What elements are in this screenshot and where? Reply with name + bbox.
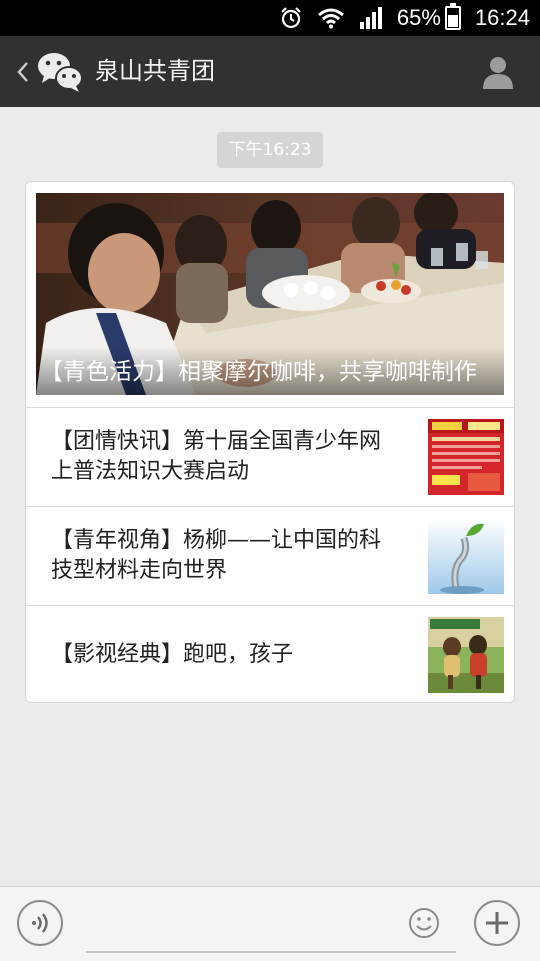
list-item[interactable]: 【青年视角】杨柳——让中国的科技型材料走向世界 [26, 507, 514, 605]
list-item[interactable]: 【影视经典】跑吧，孩子 [26, 606, 514, 704]
item-title: 【青年视角】杨柳——让中国的科技型材料走向世界 [51, 528, 382, 583]
message-timestamp: 下午16:23 [217, 132, 323, 168]
person-icon[interactable] [480, 54, 516, 90]
item-title: 【影视经典】跑吧，孩子 [51, 642, 294, 667]
battery-icon [444, 3, 461, 30]
page-title: 泉山共青团 [95, 57, 215, 85]
signal-icon [359, 7, 382, 29]
back-button[interactable] [10, 36, 36, 107]
article-card: 【青色活力】相聚摩尔咖啡，共享咖啡制作 【团情快讯】第十届全国青少年网上普法知识… [25, 181, 515, 703]
voice-button[interactable] [17, 900, 63, 946]
emoji-icon[interactable] [408, 907, 440, 939]
message-input[interactable] [86, 899, 456, 953]
plus-icon [486, 912, 508, 934]
item-thumbnail [428, 617, 504, 693]
chevron-left-icon [17, 61, 28, 82]
list-item[interactable]: 【团情快讯】第十届全国青少年网上普法知识大赛启动 [26, 408, 514, 506]
item-title: 【团情快讯】第十届全国青少年网上普法知识大赛启动 [51, 429, 382, 484]
item-thumbnail [428, 419, 504, 495]
more-button[interactable] [474, 900, 520, 946]
input-bar [0, 886, 540, 961]
cover-title: 【青色活力】相聚摩尔咖啡，共享咖啡制作 [36, 347, 504, 395]
title-bar: 泉山共青团 [0, 36, 540, 107]
status-bar: 65% 16:24 [0, 0, 540, 36]
battery-percent: 65% [396, 5, 441, 30]
item-thumbnail [428, 518, 504, 594]
cover-article[interactable]: 【青色活力】相聚摩尔咖啡，共享咖啡制作 [36, 193, 504, 395]
wechat-icon [38, 53, 83, 92]
wifi-icon [317, 8, 344, 29]
alarm-icon [281, 7, 301, 29]
voice-icon [32, 913, 48, 933]
clock: 16:24 [474, 5, 530, 30]
